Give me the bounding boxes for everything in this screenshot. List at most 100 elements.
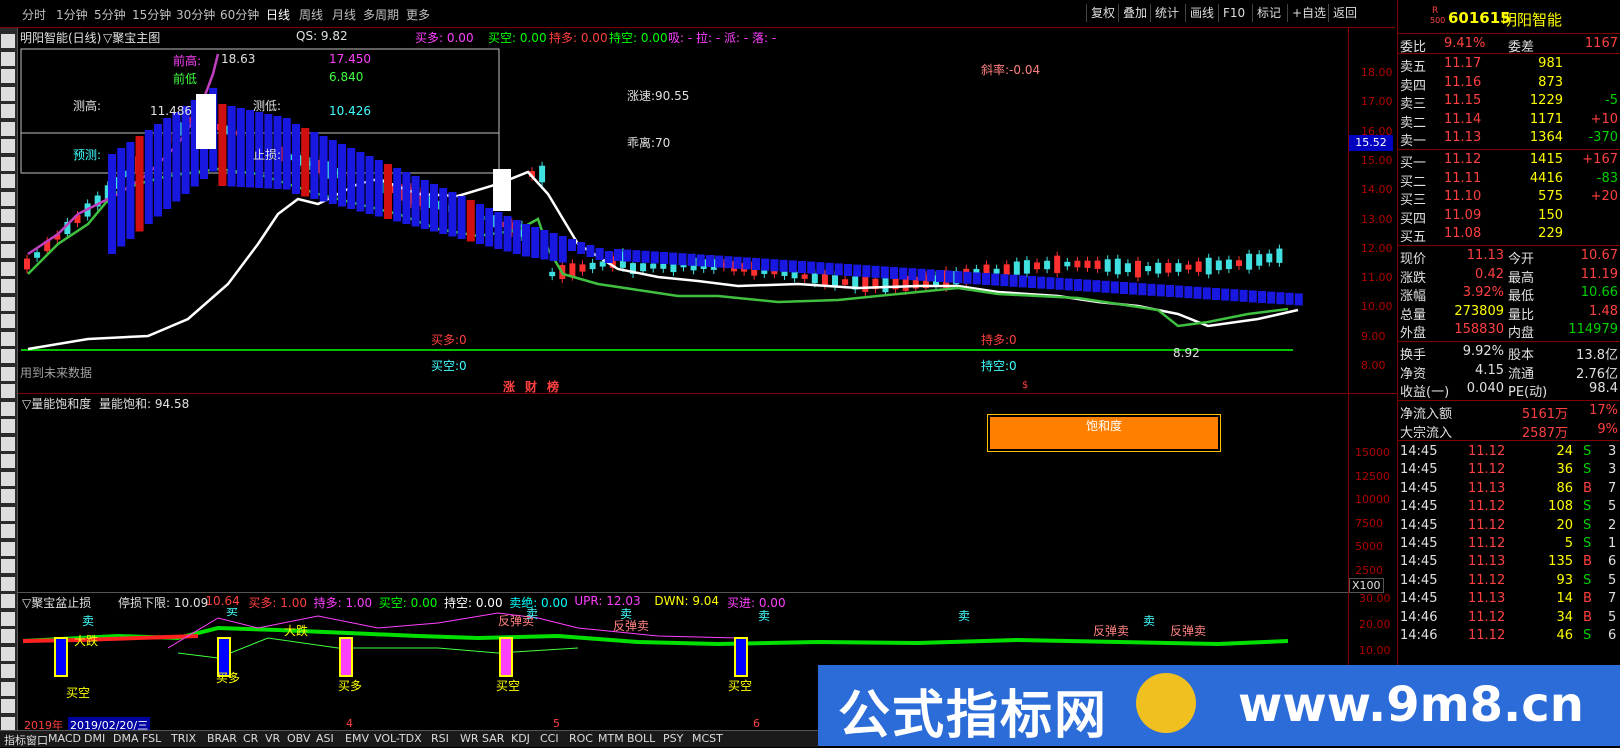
indicator-tab-asi[interactable]: ASI [316, 732, 334, 745]
indicator-tab-kdj[interactable]: KDJ [511, 732, 530, 745]
left-tool-icon[interactable] [1, 244, 15, 258]
period-tab-5[interactable]: 60分钟 [220, 6, 259, 23]
indicator-tab-mcst[interactable]: MCST [692, 732, 723, 745]
left-tool-icon[interactable] [1, 34, 15, 48]
left-tool-icon[interactable] [1, 506, 15, 521]
index-badge-r: R [1432, 6, 1439, 16]
toolbar-button-3[interactable]: 画线 [1185, 4, 1218, 22]
indicator-tab-cr[interactable]: CR [243, 732, 258, 745]
indicator-tab-wr[interactable]: WR [460, 732, 479, 745]
price-tick: 13.00 [1361, 212, 1393, 226]
toolbar-button-7[interactable]: 返回 [1328, 4, 1361, 22]
indicator-tab-obv[interactable]: OBV [287, 732, 310, 745]
indicator-tab-macd[interactable]: MACD [48, 732, 81, 745]
left-tool-icon[interactable] [1, 716, 15, 731]
left-tool-icon[interactable] [1, 104, 15, 118]
period-tab-7[interactable]: 周线 [299, 6, 323, 23]
period-tab-2[interactable]: 5分钟 [94, 6, 126, 23]
left-tool-icon[interactable] [1, 611, 15, 626]
left-tool-icon[interactable] [1, 226, 15, 241]
indicator-tab-emv[interactable]: EMV [345, 732, 369, 745]
left-tool-icon[interactable] [1, 541, 15, 556]
period-tab-1[interactable]: 1分钟 [56, 6, 88, 23]
left-tool-icon[interactable] [1, 436, 15, 451]
toolbar-button-4[interactable]: F10 [1218, 4, 1249, 22]
signal-bar [54, 637, 68, 677]
left-tool-icon[interactable] [1, 191, 15, 206]
left-tool-icon[interactable] [1, 454, 15, 468]
left-tool-icon[interactable] [1, 489, 15, 503]
cloud-bar [853, 264, 862, 277]
left-tool-icon[interactable] [1, 419, 15, 433]
indicator-tab-trix[interactable]: TRIX [171, 732, 196, 745]
toolbar-button-5[interactable]: 标记 [1252, 4, 1285, 22]
indicator-tab-rsi[interactable]: RSI [431, 732, 449, 745]
left-tool-icon[interactable] [1, 156, 15, 171]
indicator-tab-vr[interactable]: VR [265, 732, 280, 745]
indicator-tab-dma[interactable]: DMA [113, 732, 139, 745]
left-tool-icon[interactable] [1, 174, 15, 188]
toolbar-button-2[interactable]: 统计 [1150, 4, 1183, 22]
left-tool-icon[interactable] [1, 384, 15, 398]
volume-panel-title[interactable]: ▽量能饱和度 [22, 395, 91, 412]
left-tool-icon[interactable] [1, 576, 15, 591]
tick-direction: S [1583, 444, 1592, 459]
period-tab-4[interactable]: 30分钟 [176, 6, 215, 23]
indicator-tab-brar[interactable]: BRAR [207, 732, 237, 745]
period-tab-3[interactable]: 15分钟 [132, 6, 171, 23]
left-tool-icon[interactable] [1, 331, 15, 346]
left-tool-icon[interactable] [1, 51, 15, 66]
cloud-bar [1221, 288, 1230, 301]
period-tab-8[interactable]: 月线 [332, 6, 356, 23]
left-tool-icon[interactable] [1, 296, 15, 311]
period-tab-0[interactable]: 分时 [22, 6, 46, 23]
tick-row: 14:45 11.12 24 S 3 [1398, 443, 1620, 461]
period-tab-9[interactable]: 多周期 [363, 6, 399, 23]
indicator-tab-mtm[interactable]: MTM [598, 732, 624, 745]
left-tool-icon[interactable] [1, 209, 15, 223]
left-tool-icon[interactable] [1, 139, 15, 153]
indicator-tab-roc[interactable]: ROC [569, 732, 593, 745]
toolbar-button-0[interactable]: 复权 [1086, 4, 1119, 22]
period-tab-10[interactable]: 更多 [406, 6, 430, 23]
cloud-bar [338, 144, 346, 207]
left-tool-icon[interactable] [1, 314, 15, 328]
cloud-bar [991, 273, 1000, 286]
indicator-tab-cci[interactable]: CCI [540, 732, 559, 745]
left-tool-icon[interactable] [1, 121, 15, 136]
indicator-tab-fsl[interactable]: FSL [142, 732, 161, 745]
stoploss-label: 买空 [728, 679, 752, 693]
left-tool-icon[interactable] [1, 594, 15, 608]
low-price: 8.92 [1173, 346, 1200, 360]
left-tool-icon[interactable] [1, 559, 15, 573]
left-tool-icon[interactable] [1, 699, 15, 713]
left-tool-icon[interactable] [1, 629, 15, 643]
left-tool-icon[interactable] [1, 646, 15, 661]
quote-panel: R 500 601615 明阳智能 委比 9.41% 委差 1167 卖五 11.17 981 卖四 1… [1397, 0, 1620, 746]
indicator-tab-boll[interactable]: BOLL [627, 732, 655, 745]
tick-count: 3 [1608, 462, 1617, 478]
marker-dollar: $ [1022, 380, 1029, 391]
quote-value: 10.67 [1580, 248, 1618, 263]
left-tool-icon[interactable] [1, 86, 15, 101]
left-tool-icon[interactable] [1, 524, 15, 538]
left-tool-icon[interactable] [1, 681, 15, 696]
left-tool-icon[interactable] [1, 349, 15, 363]
left-tool-icon[interactable] [1, 261, 15, 276]
left-tool-icon[interactable] [1, 471, 15, 486]
left-tool-icon[interactable] [1, 279, 15, 293]
left-tool-icon[interactable] [1, 401, 15, 416]
indicator-tab-vol-tdx[interactable]: VOL-TDX [374, 732, 422, 745]
left-tool-icon[interactable] [1, 664, 15, 678]
indicator-tab-psy[interactable]: PSY [663, 732, 683, 745]
toolbar-button-1[interactable]: 叠加 [1118, 4, 1151, 22]
indicator-tab-sar[interactable]: SAR [482, 732, 504, 745]
indicator-tab-dmi[interactable]: DMI [84, 732, 105, 745]
period-tab-6[interactable]: 日线 [266, 6, 290, 23]
left-tool-icon[interactable] [1, 69, 15, 83]
cloud-bar [816, 262, 825, 275]
fund-label: 换手 [1400, 348, 1427, 363]
toolbar-button-6[interactable]: +自选 [1287, 4, 1330, 22]
cloud-bar [770, 259, 779, 272]
left-tool-icon[interactable] [1, 366, 15, 381]
